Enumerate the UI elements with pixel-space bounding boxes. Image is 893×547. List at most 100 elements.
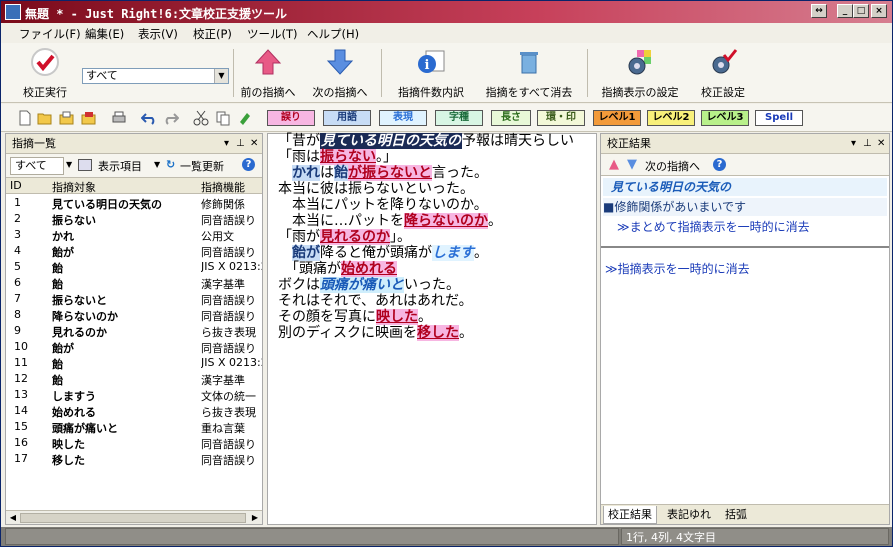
issue-mark[interactable]: 頭痛が痛いと <box>320 277 404 293</box>
issue-mark[interactable]: 飴が <box>292 245 320 261</box>
col-target[interactable]: 指摘対象 <box>52 179 96 195</box>
menu-tools[interactable]: ツール(T) <box>247 26 298 42</box>
display-settings-button[interactable]: 指摘表示の設定 <box>593 47 687 100</box>
col-function[interactable]: 指摘機能 <box>201 179 245 195</box>
issue-mark[interactable]: かれ <box>292 165 320 181</box>
next-issue-button[interactable]: 次の指摘へ <box>309 47 371 100</box>
table-row[interactable]: 5 飴 JIS X 0213:2 <box>6 259 262 275</box>
scope-select[interactable]: すべて ▼ <box>82 68 229 84</box>
tag-1[interactable]: 用語 <box>323 110 371 126</box>
clear-all-button[interactable]: 指摘をすべて消去 <box>483 47 575 100</box>
pin-icon[interactable]: ⊥ <box>863 134 872 154</box>
table-row[interactable]: 10 飴が 同音語誤り <box>6 339 262 355</box>
table-row[interactable]: 16 映した 同音語誤り <box>6 435 262 451</box>
tab-results[interactable]: 校正結果 <box>603 506 657 524</box>
menu-file[interactable]: ファイル(F) <box>19 26 81 42</box>
table-row[interactable]: 15 頭痛が痛いと 重ね言葉 <box>6 419 262 435</box>
issue-mark[interactable]: 降らないのか <box>404 213 488 229</box>
proofread-button[interactable]: 校正実行 <box>17 47 73 100</box>
table-row[interactable]: 1 見ている明日の天気の 修飾関係 <box>6 195 262 211</box>
chevron-down-icon[interactable]: ▼ <box>214 69 228 83</box>
issue-mark[interactable]: 見れるのか <box>320 229 390 245</box>
horizontal-scrollbar[interactable]: ◀ ▶ <box>6 510 262 524</box>
table-row[interactable]: 6 飴 漢字基準 <box>6 275 262 291</box>
help-icon[interactable]: ? <box>713 158 726 171</box>
tag-3[interactable]: 字種 <box>435 110 483 126</box>
dropdown-icon[interactable]: ▾ <box>224 134 229 154</box>
arrow-down-icon[interactable]: ▼ <box>627 157 637 172</box>
close-button[interactable]: × <box>871 4 887 18</box>
tag-8[interactable]: レベル3 <box>701 110 749 126</box>
text-editor[interactable]: 「昔が見ている明日の天気の予報は晴天らしい 「雨は振らない。」 かれは飴が振らな… <box>267 133 597 525</box>
tab-notation[interactable]: 表記ゆれ <box>663 506 715 524</box>
table-row[interactable]: 7 振らないと 同音語誤り <box>6 291 262 307</box>
issue-mark[interactable]: 映した <box>376 309 418 325</box>
menu-view[interactable]: 表示(V) <box>138 26 178 42</box>
help-icon[interactable]: ? <box>242 158 255 171</box>
table-row[interactable]: 8 降らないのか 同音語誤り <box>6 307 262 323</box>
table-row[interactable]: 4 飴が 同音語誤り <box>6 243 262 259</box>
issue-mark[interactable]: 移した <box>417 325 460 341</box>
redo-icon[interactable] <box>163 110 179 126</box>
table-row[interactable]: 12 飴 漢字基準 <box>6 371 262 387</box>
row-id: 16 <box>14 436 28 449</box>
issue-mark[interactable]: 見ている明日の天気の <box>320 133 462 149</box>
filter-select[interactable]: すべて <box>10 157 64 175</box>
scroll-left-icon[interactable]: ◀ <box>7 512 19 524</box>
table-row[interactable]: 17 移した 同音語誤り <box>6 451 262 467</box>
next-issue-link[interactable]: 次の指摘へ <box>645 158 700 174</box>
issue-breakdown-button[interactable]: i 指摘件数内訳 <box>391 47 471 100</box>
scroll-right-icon[interactable]: ▶ <box>249 512 261 524</box>
tag-9[interactable]: Spell <box>755 110 803 126</box>
arrow-up-icon[interactable]: ▲ <box>609 157 619 172</box>
prev-issue-button[interactable]: 前の指摘へ <box>237 47 299 100</box>
save-icon[interactable] <box>81 110 97 126</box>
undo-icon[interactable] <box>141 110 157 126</box>
dropdown-icon[interactable]: ▾ <box>851 134 856 154</box>
scrollbar-thumb[interactable] <box>20 513 246 523</box>
table-row[interactable]: 13 しますう 文体の統一 <box>6 387 262 403</box>
issue-mark[interactable]: 飴 <box>334 165 348 181</box>
table-row[interactable]: 9 見れるのか ら抜き表現 <box>6 323 262 339</box>
issue-mark[interactable]: 振らない <box>320 149 376 165</box>
open-file-icon[interactable] <box>59 110 75 126</box>
proof-settings-button[interactable]: 校正設定 <box>693 47 753 100</box>
maximize-button[interactable]: □ <box>853 4 869 18</box>
menu-help[interactable]: ヘルプ(H) <box>307 26 359 42</box>
tag-4[interactable]: 長さ <box>491 110 531 126</box>
clear-single-link[interactable]: ≫指摘表示を一時的に消去 <box>605 260 750 277</box>
cut-icon[interactable] <box>193 110 209 126</box>
close-icon[interactable]: ✕ <box>250 134 258 154</box>
copy-icon[interactable] <box>215 110 231 126</box>
issue-mark[interactable]: が振らないと <box>348 165 432 181</box>
tag-7[interactable]: レベル2 <box>647 110 695 126</box>
new-file-icon[interactable] <box>17 110 33 126</box>
table-row[interactable]: 3 かれ 公用文 <box>6 227 262 243</box>
menu-proofread[interactable]: 校正(P) <box>193 26 232 42</box>
table-row[interactable]: 11 飴 JIS X 0213:2 <box>6 355 262 371</box>
minimize-button[interactable]: _ <box>837 4 853 18</box>
tag-5[interactable]: 環・印 <box>537 110 585 126</box>
chevron-down-icon[interactable]: ▼ <box>154 160 160 169</box>
title-bar: 無題 * - Just Right!6:文章校正支援ツール ↔ _ □ × <box>1 1 892 23</box>
table-row[interactable]: 2 振らない 同音語誤り <box>6 211 262 227</box>
tag-0[interactable]: 誤り <box>267 110 315 126</box>
tab-brackets[interactable]: 括弧 <box>721 506 751 524</box>
menu-edit[interactable]: 編集(E) <box>85 26 124 42</box>
table-row[interactable]: 14 始めれる ら抜き表現 <box>6 403 262 419</box>
open-folder-icon[interactable] <box>37 110 53 126</box>
display-items-button[interactable]: 表示項目 <box>98 158 142 174</box>
refresh-list-button[interactable]: 一覧更新 <box>180 158 224 174</box>
print-icon[interactable] <box>111 110 127 126</box>
pin-icon[interactable]: ⊥ <box>236 134 245 154</box>
tag-6[interactable]: レベル1 <box>593 110 641 126</box>
clear-group-link[interactable]: ≫まとめて指摘表示を一時的に消去 <box>617 218 810 235</box>
resize-icon[interactable]: ↔ <box>811 4 827 18</box>
chevron-down-icon[interactable]: ▼ <box>66 160 72 169</box>
paste-icon[interactable] <box>237 110 253 126</box>
close-icon[interactable]: ✕ <box>877 134 885 154</box>
issue-mark[interactable]: します <box>432 245 474 261</box>
issue-mark[interactable]: 始めれる <box>341 261 397 277</box>
tag-2[interactable]: 表現 <box>379 110 427 126</box>
col-id[interactable]: ID <box>10 179 22 192</box>
